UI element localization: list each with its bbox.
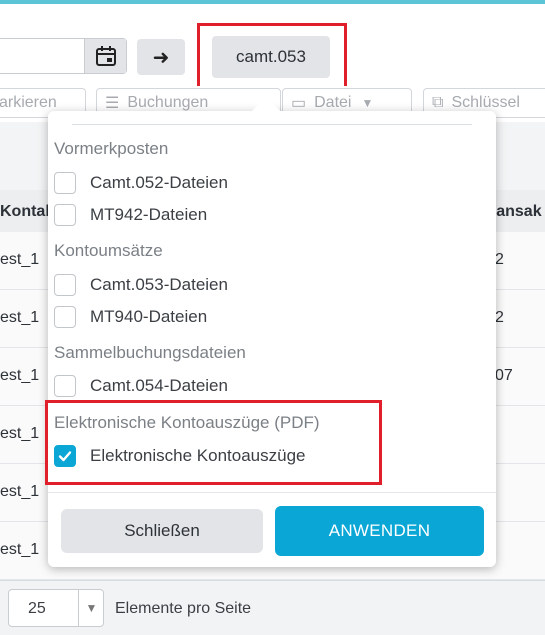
group-title-vormerkposten: Vormerkposten	[54, 139, 169, 158]
apply-button[interactable]: ANWENDEN	[275, 506, 484, 556]
checkbox-camt054[interactable]	[54, 375, 76, 397]
group-title-kontoumsaetze: Kontoumsätze	[54, 241, 163, 260]
highlight-box-camt	[197, 23, 347, 93]
close-button[interactable]: Schließen	[61, 509, 263, 553]
checkbox-camt052[interactable]	[54, 172, 76, 194]
calendar-icon	[95, 46, 116, 66]
go-button[interactable]: ➜	[137, 39, 185, 75]
highlight-box-pdf	[45, 400, 382, 485]
page-size-value: 25	[28, 600, 46, 617]
dropdown-caret	[252, 97, 280, 111]
list-icon: ☰	[105, 95, 120, 112]
column-header-kontakt[interactable]: Kontak	[0, 203, 54, 221]
file-icon: ▭	[291, 95, 307, 112]
option-label-camt053[interactable]: Camt.053-Dateien	[90, 275, 228, 295]
option-label-mt940[interactable]: MT940-Dateien	[90, 307, 207, 327]
checkbox-camt053[interactable]	[54, 274, 76, 296]
column-header-transaktion[interactable]: ransak	[490, 203, 542, 221]
option-label-camt052[interactable]: Camt.052-Dateien	[90, 173, 228, 193]
calendar-button[interactable]	[84, 39, 126, 73]
dropdown-divider	[72, 124, 472, 125]
group-title-sammelbuchungsdateien: Sammelbuchungsdateien	[54, 343, 246, 362]
dropdown-footer-divider	[48, 492, 496, 493]
checkbox-mt942[interactable]	[54, 204, 76, 226]
arrow-right-icon: ➜	[152, 46, 170, 69]
checkbox-mt940[interactable]	[54, 306, 76, 328]
page-size-label: Elemente pro Seite	[115, 600, 252, 617]
chevron-down-icon: ▼	[85, 601, 98, 615]
option-label-camt054[interactable]: Camt.054-Dateien	[90, 376, 228, 396]
option-label-mt942[interactable]: MT942-Dateien	[90, 205, 207, 225]
chevron-down-icon: ▼	[361, 96, 374, 110]
page-size-dropdown-button[interactable]: ▼	[78, 590, 104, 626]
copy-icon: ⧉	[432, 94, 444, 111]
